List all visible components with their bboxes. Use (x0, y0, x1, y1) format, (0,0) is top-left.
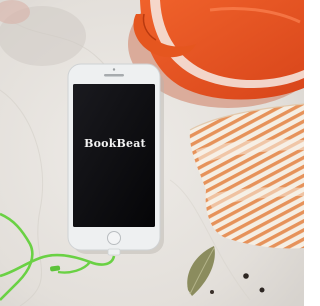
peppercorn (210, 290, 214, 294)
smartphone (67, 63, 161, 256)
phone-screen (73, 84, 155, 227)
peppercorn (243, 273, 249, 279)
bookbeat-logo-text: BookBeat (84, 137, 146, 150)
peppercorn (259, 287, 265, 293)
photo-scene (0, 0, 304, 306)
product-photo: BookBeat (0, 0, 304, 306)
